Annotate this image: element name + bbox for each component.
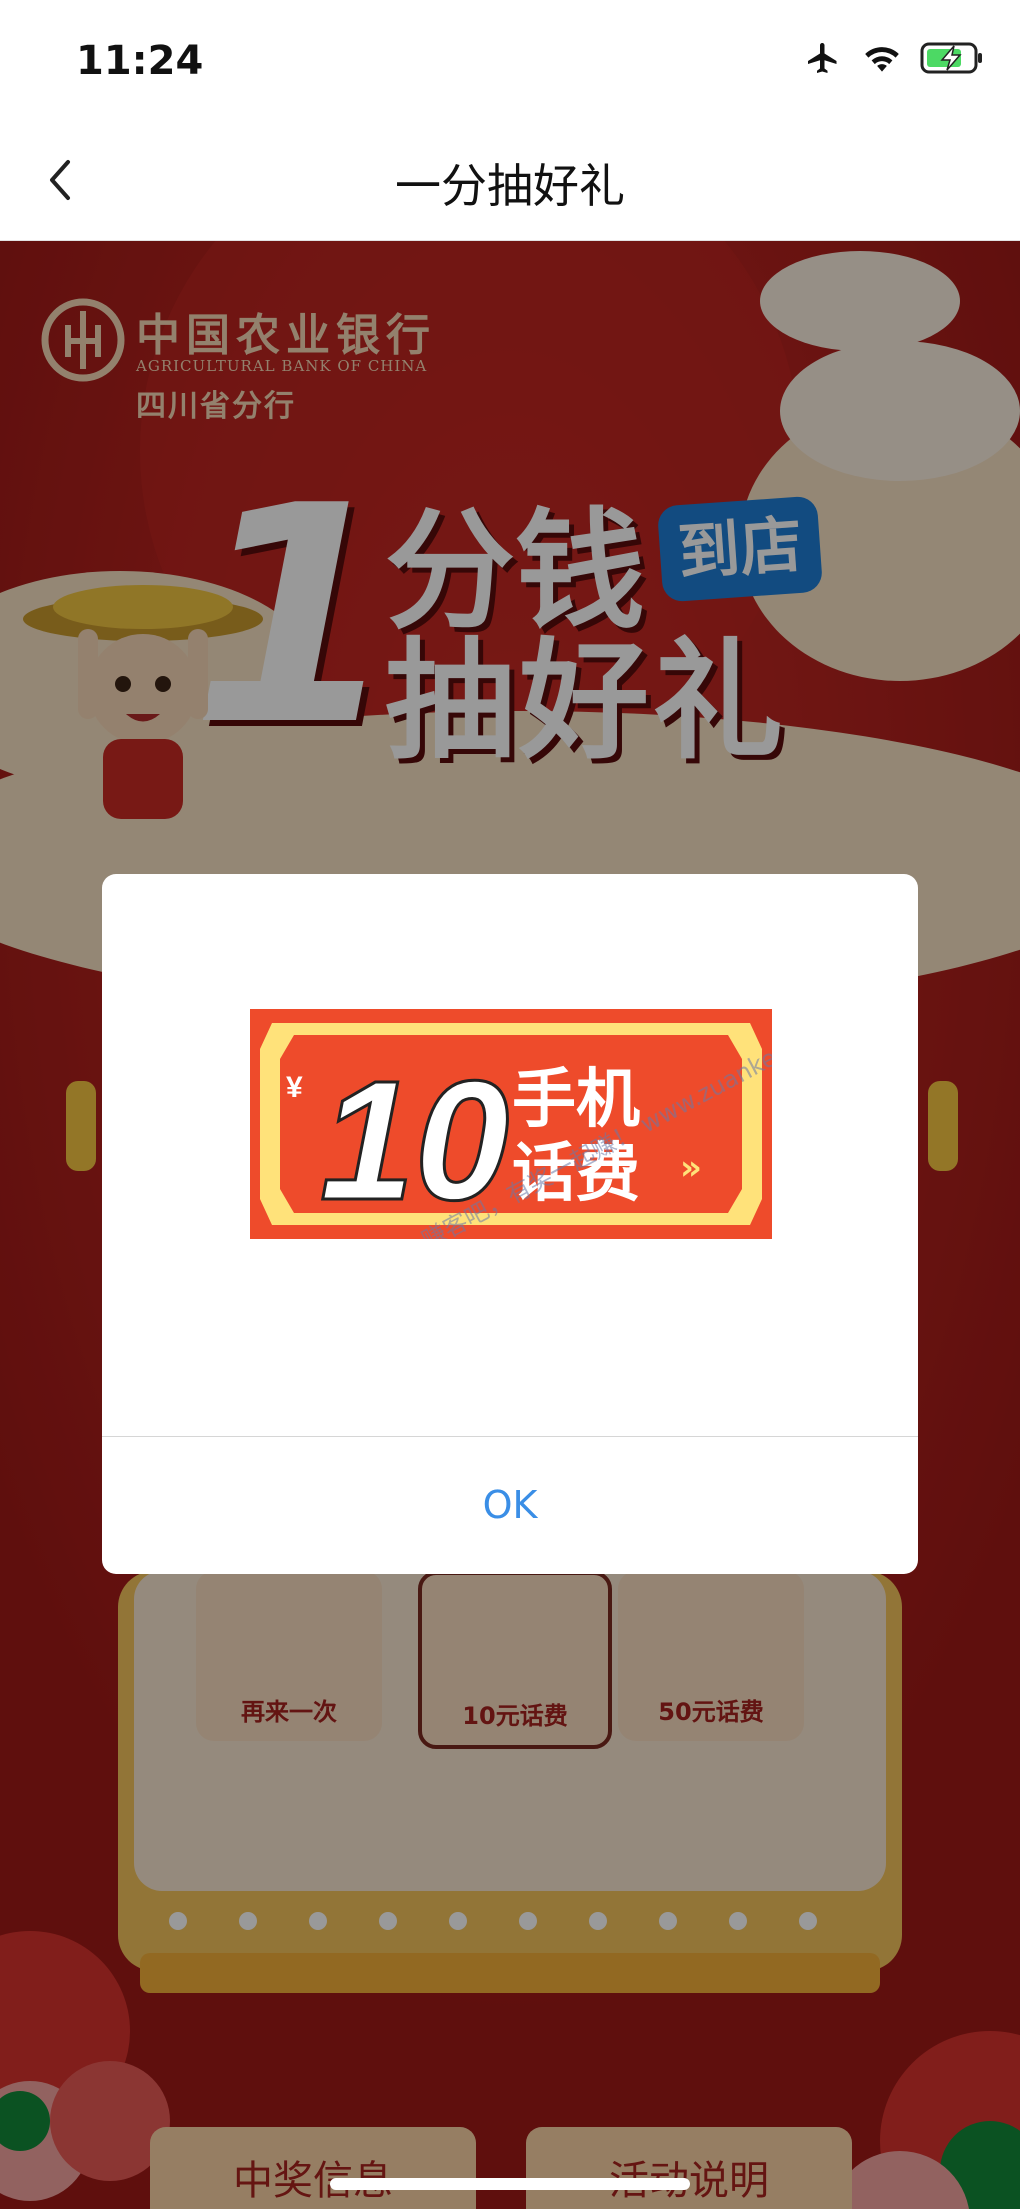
- wifi-icon: [865, 47, 899, 72]
- battery-charging-icon: [920, 42, 982, 74]
- prize-dialog: ¥ 10 手机 话费 » 赚客吧，有奖一起赚！ www.zuanke8.com …: [102, 874, 918, 1574]
- coupon-arrows: »: [680, 1148, 702, 1188]
- home-indicator: [330, 2178, 690, 2190]
- status-bar: 11:24: [0, 0, 1020, 120]
- ok-button[interactable]: OK: [102, 1437, 918, 1574]
- page-title: 一分抽好礼: [395, 159, 625, 213]
- status-icons: [802, 40, 984, 76]
- coupon-currency: ¥: [286, 1071, 303, 1104]
- phone-credit-coupon: ¥ 10 手机 话费 » 赚客吧，有奖一起赚！ www.zuanke8.com: [250, 1009, 772, 1239]
- nav-bar: 一分抽好礼: [0, 120, 1020, 241]
- airplane-icon: [808, 43, 837, 73]
- status-time: 11:24: [76, 38, 204, 84]
